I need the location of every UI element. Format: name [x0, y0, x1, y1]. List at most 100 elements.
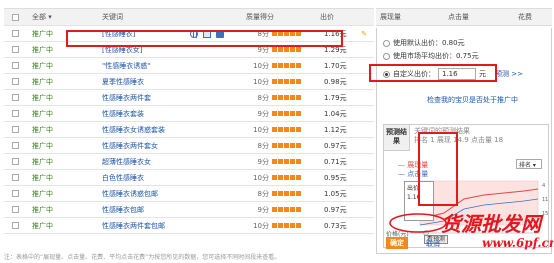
- option-custom-bid[interactable]: 自定义出价： 1.16 元 预测 >>: [383, 68, 523, 80]
- quality-bar-segment: [278, 63, 283, 68]
- select-all-checkbox[interactable]: [11, 13, 19, 21]
- row-price[interactable]: 0.73元: [310, 221, 356, 231]
- row-price[interactable]: 0.71元: [310, 157, 356, 167]
- row-keyword[interactable]: 性感睡衣两件套包邮: [94, 221, 188, 231]
- quality-bar-segment: [278, 191, 283, 196]
- row-checkbox[interactable]: [11, 206, 19, 213]
- row-score: 8分: [257, 29, 269, 38]
- row-price[interactable]: 1.29元: [310, 45, 356, 55]
- row-keyword[interactable]: 性感睡衣诱惑包邮: [94, 189, 188, 199]
- quality-bar-segment: [278, 159, 283, 164]
- header-score[interactable]: 质量得分: [242, 12, 310, 22]
- row-score: 9分: [257, 45, 269, 54]
- confirm-button[interactable]: 确定: [386, 237, 408, 249]
- quality-bar-segment: [284, 191, 289, 196]
- quality-bar: [272, 191, 310, 196]
- row-status: 推广中: [32, 93, 53, 102]
- row-checkbox[interactable]: [11, 142, 19, 149]
- row-keyword[interactable]: 性感睡衣套装: [94, 109, 188, 119]
- row-checkbox[interactable]: [11, 62, 19, 69]
- option-default-bid[interactable]: 使用默认出价：0.80元: [383, 38, 465, 48]
- table-row: 推广中 [性感睡衣女] 9分 1.29元: [4, 42, 374, 58]
- row-score: 10分: [253, 61, 269, 70]
- row-checkbox[interactable]: [11, 46, 19, 53]
- header-price[interactable]: 出价: [310, 12, 356, 22]
- quality-bar-segment: [296, 79, 301, 84]
- quality-bar: [272, 111, 310, 116]
- quality-bar-segment: [296, 143, 301, 148]
- quality-bar-segment: [284, 175, 289, 180]
- custom-bid-input[interactable]: 1.16: [438, 68, 476, 80]
- row-price[interactable]: 0.97元: [310, 205, 356, 215]
- header-all[interactable]: 全部 ▾: [26, 12, 94, 22]
- table-row: 推广中 性感睡衣两件套包邮 10分 0.73元: [4, 218, 374, 234]
- quality-bar-segment: [296, 31, 301, 36]
- row-checkbox[interactable]: [11, 190, 19, 197]
- row-price[interactable]: 0.98元: [310, 77, 356, 87]
- estimate-stats: 排名 1 展现 14.9 点击量 18: [414, 136, 504, 144]
- quality-bar-segment: [296, 207, 301, 212]
- quality-bar-segment: [284, 47, 289, 52]
- row-status: 推广中: [32, 221, 53, 230]
- table-row: 推广中 超薄性感睡衣女 9分 0.71元: [4, 154, 374, 170]
- row-checkbox[interactable]: [11, 174, 19, 181]
- row-price[interactable]: 1.12元: [310, 125, 356, 135]
- header-impressions[interactable]: 展现量: [376, 12, 434, 22]
- header-clicks[interactable]: 点击量: [434, 12, 504, 22]
- header-cost[interactable]: 花费: [504, 12, 552, 22]
- row-keyword[interactable]: 白色性感睡衣: [94, 173, 188, 183]
- row-checkbox[interactable]: [11, 158, 19, 165]
- row-keyword[interactable]: 性感睡衣两件套女: [94, 141, 188, 151]
- row-keyword[interactable]: [性感睡衣女]: [94, 45, 188, 55]
- watermark-logo: [389, 213, 447, 233]
- row-checkbox[interactable]: [11, 110, 19, 117]
- quality-bar-segment: [272, 175, 277, 180]
- table-row: 推广中 性感睡衣包邮 9分 0.97元: [4, 202, 374, 218]
- row-checkbox[interactable]: [11, 126, 19, 133]
- quality-bar-segment: [272, 95, 277, 100]
- row-status: 推广中: [32, 77, 53, 86]
- row-price[interactable]: 1.79元: [310, 93, 356, 103]
- row-price[interactable]: 1.16元: [310, 29, 356, 39]
- rank-dropdown[interactable]: 排名 ▾: [516, 159, 542, 169]
- row-price[interactable]: 0.95元: [310, 173, 356, 183]
- row-keyword[interactable]: 夏季性感睡衣: [94, 77, 188, 87]
- radio-default[interactable]: [383, 39, 390, 47]
- edit-icon[interactable]: ✎: [356, 30, 372, 38]
- quality-bar-segment: [278, 127, 283, 132]
- predict-link[interactable]: 预测 >>: [495, 69, 523, 79]
- row-score: 10分: [253, 125, 269, 134]
- quality-bar-segment: [272, 47, 277, 52]
- row-keyword[interactable]: [性感睡衣]: [94, 29, 188, 39]
- row-keyword[interactable]: 性感睡衣女诱惑套装: [94, 125, 188, 135]
- globe-icon[interactable]: [190, 29, 198, 38]
- row-price[interactable]: 1.05元: [310, 189, 356, 199]
- row-checkbox[interactable]: [11, 30, 19, 37]
- row-price[interactable]: 1.70元: [310, 61, 356, 71]
- table-row: 推广中 性感睡衣诱惑包邮 8分 1.05元: [4, 186, 374, 202]
- table-row: 推广中 夏季性感睡衣 10分 0.98元: [4, 74, 374, 90]
- row-checkbox[interactable]: [11, 94, 19, 101]
- quality-bar-segment: [278, 79, 283, 84]
- row-keyword[interactable]: 性感睡衣包邮: [94, 205, 188, 215]
- quality-bar-segment: [284, 79, 289, 84]
- delete-icon[interactable]: [216, 29, 224, 38]
- row-keyword[interactable]: 性感睡衣两件套: [94, 93, 188, 103]
- quality-bar-segment: [278, 175, 283, 180]
- estimate-tab[interactable]: 预测结果: [384, 125, 410, 151]
- row-status: 推广中: [32, 125, 53, 134]
- cancel-button[interactable]: 取消: [426, 239, 440, 249]
- check-promotion-link[interactable]: 检查我的宝贝是否处于推广中: [427, 95, 518, 105]
- copy-icon[interactable]: [203, 29, 211, 38]
- option-market-bid[interactable]: 使用市场平均出价：0.75元: [383, 51, 479, 61]
- quality-bar-segment: [272, 143, 277, 148]
- row-keyword[interactable]: 超薄性感睡衣女: [94, 157, 188, 167]
- radio-custom[interactable]: [383, 70, 390, 78]
- row-price[interactable]: 0.97元: [310, 141, 356, 151]
- row-checkbox[interactable]: [11, 78, 19, 85]
- row-status: 推广中: [32, 29, 53, 38]
- row-keyword[interactable]: "性感睡衣诱惑": [94, 61, 188, 71]
- row-checkbox[interactable]: [11, 222, 19, 229]
- row-price[interactable]: 1.04元: [310, 109, 356, 119]
- radio-market[interactable]: [383, 52, 390, 60]
